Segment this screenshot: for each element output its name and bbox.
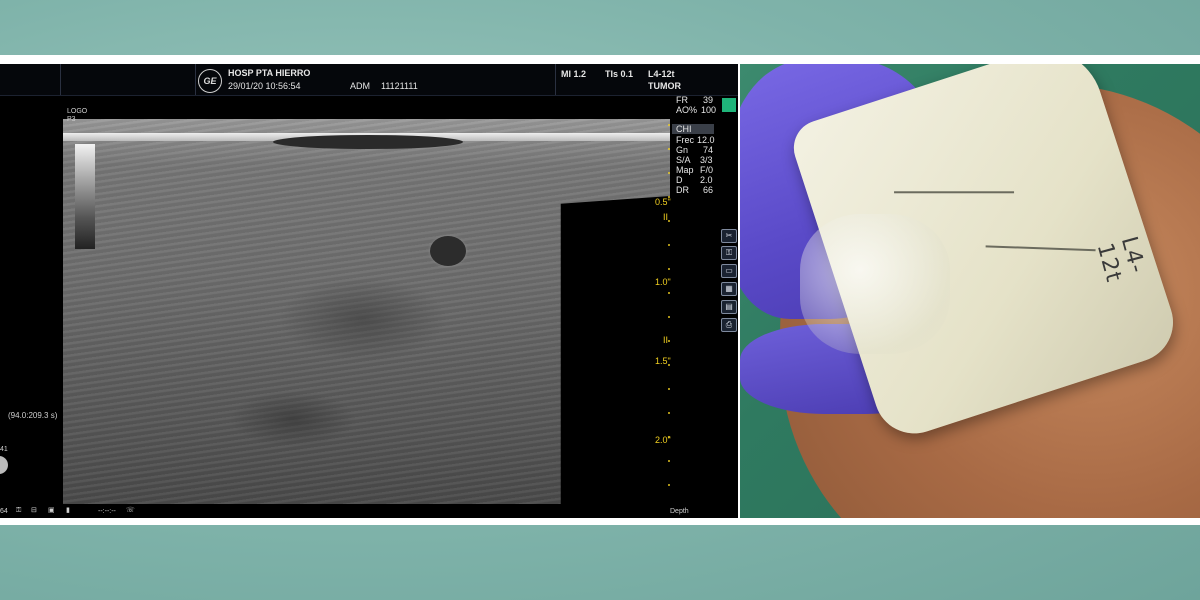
lock-icon[interactable]: ⚿ — [721, 246, 737, 260]
save-icon[interactable]: ▤ — [721, 300, 737, 314]
param-value: 66 — [703, 185, 714, 195]
exam-datetime: 29/01/20 10:56:54 — [228, 81, 301, 91]
param-label: Frec — [676, 135, 694, 145]
monitor-icon[interactable]: ▭ — [721, 264, 737, 278]
status-indicator — [722, 98, 736, 112]
lock-icon[interactable]: ⚿ — [16, 507, 21, 515]
status-time: --:--:-- — [98, 508, 116, 515]
param-value: 100 — [701, 105, 717, 115]
param-label: Gn — [676, 145, 689, 155]
depth-ruler — [668, 124, 670, 504]
phone-icon[interactable]: ☏ — [126, 507, 135, 515]
depth-tick: 0.5" — [655, 197, 671, 207]
scissors-icon[interactable]: ✂ — [721, 229, 737, 243]
body-marker-icon — [0, 456, 8, 474]
probe-photo: L4-12t — [740, 64, 1200, 518]
image-logo: LOGO P3 — [67, 108, 88, 123]
depth-label[interactable]: Depth — [670, 508, 689, 516]
greyscale-bar — [75, 144, 95, 249]
param-label: D — [676, 175, 683, 185]
camera-icon[interactable]: ▣ — [48, 507, 55, 515]
grid-icon[interactable]: ▦ — [721, 282, 737, 296]
hypoechoic-nodule — [430, 236, 466, 266]
thermal-index: TIs 0.1 — [605, 69, 634, 79]
depth-tick: 2.0" — [655, 435, 671, 445]
patient-id: 11121111 — [381, 81, 418, 91]
depth-tick: 1.0" — [655, 277, 671, 287]
param-label: FR — [676, 95, 688, 105]
hospital-name: HOSP PTA HIERRO — [228, 68, 311, 78]
cine-counter: (94.0:209.3 s) — [8, 411, 58, 420]
frame-number: 64 — [0, 508, 8, 515]
ge-logo-icon: GE — [198, 69, 222, 93]
param-label: CHI — [672, 124, 714, 134]
ultrasound-gel — [800, 214, 950, 354]
operator: ADM — [350, 81, 370, 91]
left-marker: 41 — [0, 446, 8, 453]
ultrasound-image — [63, 119, 670, 504]
param-label: Map — [676, 165, 694, 175]
param-label: S/A — [676, 155, 691, 165]
ultrasound-header: GE HOSP PTA HIERRO 29/01/20 10:56:54 ADM… — [0, 64, 738, 96]
hypoechoic-band — [273, 135, 463, 149]
preset-name: TUMOR — [648, 81, 681, 91]
param-value: F/0 — [700, 165, 714, 175]
ultrasound-screen: GE HOSP PTA HIERRO 29/01/20 10:56:54 ADM… — [0, 64, 738, 518]
param-value: 74 — [703, 145, 714, 155]
probe-icon[interactable]: ⊟ — [31, 507, 37, 515]
param-value: 12.0 — [697, 135, 715, 145]
mechanical-index: MI 1.2 — [561, 69, 587, 79]
param-value: 3/3 — [700, 155, 713, 165]
probe-name: L4-12t — [648, 69, 675, 79]
param-label: AO% — [676, 105, 698, 115]
depth-tick: 1.5" — [655, 356, 671, 366]
param-value: 39 — [703, 95, 714, 105]
battery-icon: ▮ — [66, 507, 70, 514]
focus-marker[interactable]: II — [663, 212, 668, 222]
print-icon[interactable]: ⎙ — [721, 318, 737, 332]
param-label: DR — [676, 185, 689, 195]
focus-marker[interactable]: II — [663, 335, 668, 345]
probe-marking — [985, 245, 1096, 252]
probe-marking — [894, 191, 1015, 194]
param-value: 2.0 — [700, 175, 713, 185]
